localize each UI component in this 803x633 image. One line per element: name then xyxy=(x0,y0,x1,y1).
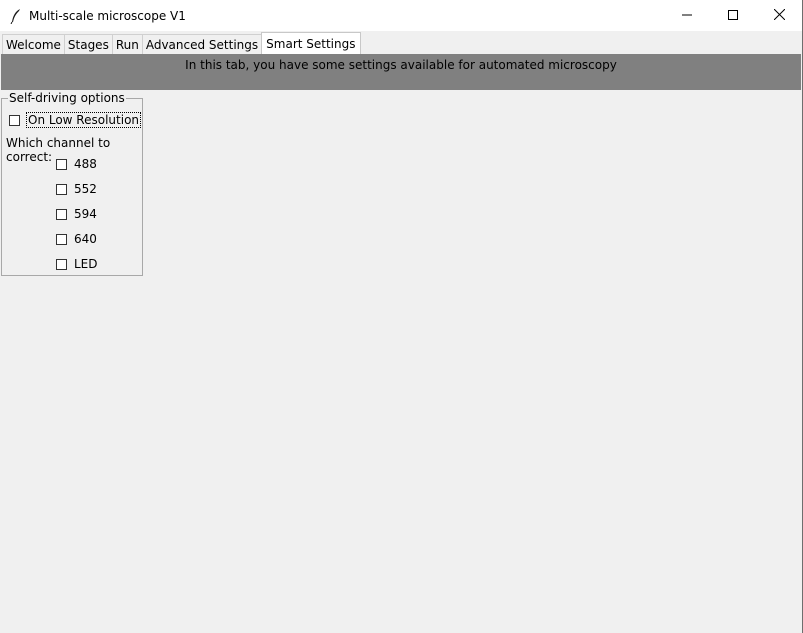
channel-488-checkbox[interactable]: 488 xyxy=(56,157,97,171)
feather-icon xyxy=(9,8,23,24)
app-window: Multi-scale microscope V1 Welcome Stages xyxy=(0,0,803,633)
checkbox-box[interactable] xyxy=(56,208,67,220)
tab-smart-settings[interactable]: Smart Settings xyxy=(261,32,361,55)
self-driving-options-frame: Self-driving options On Low Resolution W… xyxy=(1,91,143,276)
window-controls xyxy=(664,0,802,31)
tab-content-smart-settings: In this tab, you have some settings avai… xyxy=(1,54,801,632)
tab-advanced-settings[interactable]: Advanced Settings xyxy=(141,34,263,54)
checkbox-box[interactable] xyxy=(9,114,20,126)
checkbox-label: 640 xyxy=(74,232,97,246)
checkbox-label: On Low Resolution xyxy=(25,112,142,128)
channel-led-checkbox[interactable]: LED xyxy=(56,257,98,271)
tab-run[interactable]: Run xyxy=(111,34,143,54)
maximize-button[interactable] xyxy=(710,0,756,31)
banner-text: In this tab, you have some settings avai… xyxy=(185,58,617,72)
channel-552-checkbox[interactable]: 552 xyxy=(56,182,97,196)
checkbox-label: 552 xyxy=(74,182,97,196)
checkbox-label: 488 xyxy=(74,157,97,171)
checkbox-label: 594 xyxy=(74,207,97,221)
checkbox-box[interactable] xyxy=(56,183,67,195)
checkbox-label: LED xyxy=(74,257,98,271)
tab-bar: Welcome Stages Run Advanced Settings Sma… xyxy=(2,32,361,55)
channel-640-checkbox[interactable]: 640 xyxy=(56,232,97,246)
close-icon xyxy=(773,8,785,23)
tab-welcome[interactable]: Welcome xyxy=(2,34,65,54)
checkbox-box[interactable] xyxy=(56,233,67,245)
frame-legend: Self-driving options xyxy=(8,91,126,105)
checkbox-box[interactable] xyxy=(56,158,67,170)
maximize-icon xyxy=(728,9,738,23)
tab-stages[interactable]: Stages xyxy=(63,34,113,54)
minimize-icon xyxy=(682,9,692,23)
minimize-button[interactable] xyxy=(664,0,710,31)
checkbox-box[interactable] xyxy=(56,258,67,270)
channel-594-checkbox[interactable]: 594 xyxy=(56,207,97,221)
info-banner: In this tab, you have some settings avai… xyxy=(1,54,801,90)
close-button[interactable] xyxy=(756,0,802,31)
window-title: Multi-scale microscope V1 xyxy=(29,8,186,23)
title-bar[interactable]: Multi-scale microscope V1 xyxy=(0,0,802,31)
low-resolution-checkbox[interactable]: On Low Resolution xyxy=(9,112,142,128)
